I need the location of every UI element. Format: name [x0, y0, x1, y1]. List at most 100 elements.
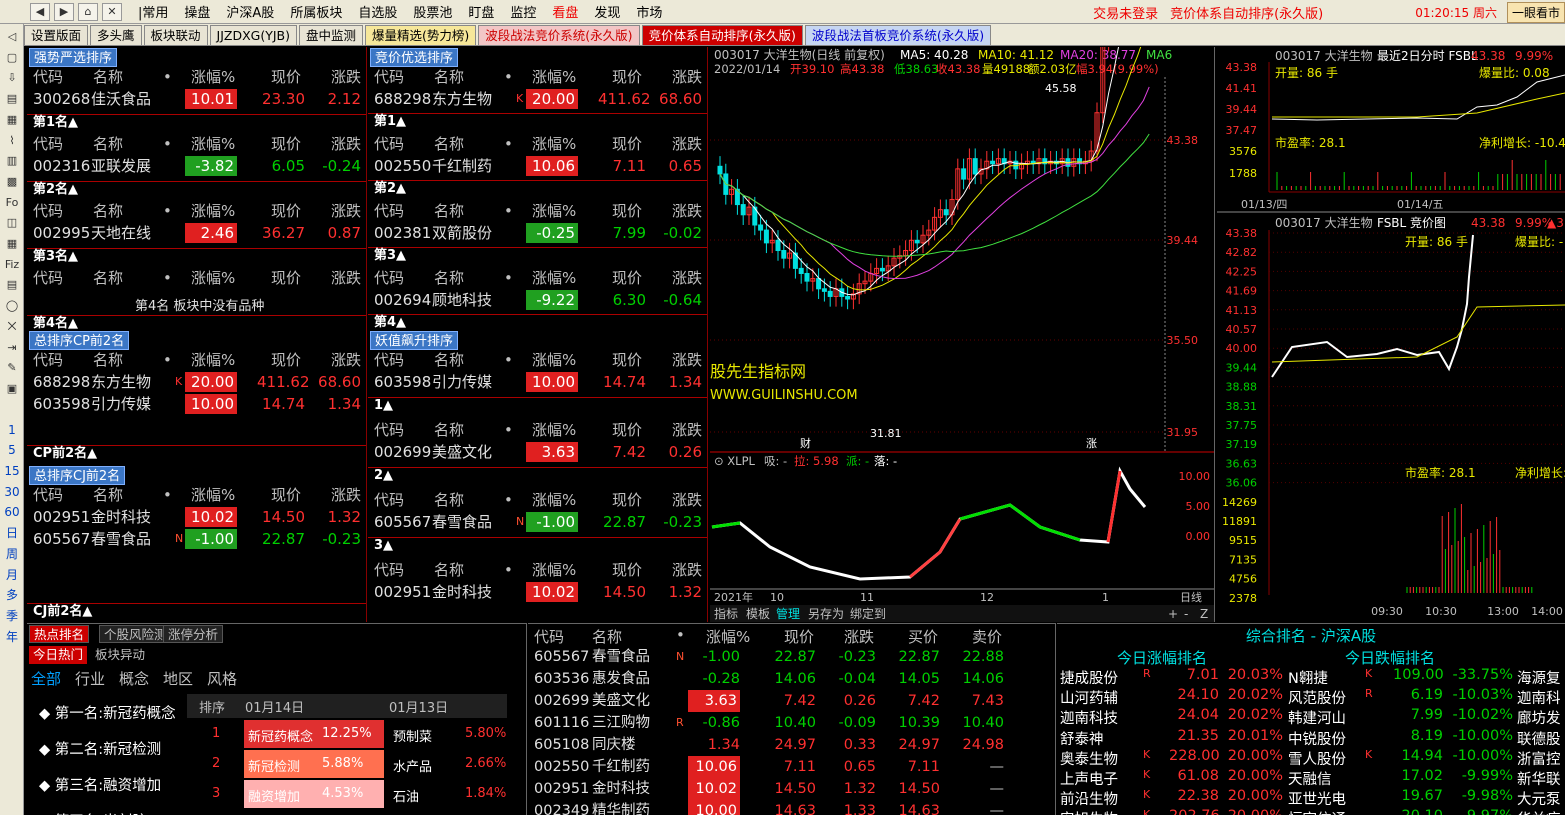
rank-up-row-1[interactable]: 山河药辅 24.10 20.02% — [1057, 687, 1285, 707]
rank-down-row-6[interactable]: 亚世光电 19.67 -9.98% — [1285, 788, 1517, 808]
nav-button-1[interactable]: ▶ — [54, 2, 74, 21]
rank-extra-5[interactable]: 新华联 — [1517, 768, 1561, 789]
tab-3[interactable]: JJZDXG(YJB) — [209, 25, 298, 45]
left-tool-28[interactable]: 年 — [3, 628, 21, 646]
tab-2[interactable]: 板块联动 — [143, 25, 208, 45]
rank-up-row-0[interactable]: 捷成股份 R 7.01 20.03% — [1057, 667, 1285, 687]
section-cp-top2[interactable]: 总排序CP前2名 — [29, 331, 130, 350]
bottom-hot-0[interactable]: ◆ 第一名:新冠药概念 — [39, 702, 176, 723]
section-demon-rise[interactable]: 妖值飙升排序 — [370, 331, 459, 350]
mid-y-3-row[interactable]: 002951 金时科技 10.02 14.50 1.32 — [368, 582, 707, 602]
left-tool-5[interactable]: ⌇ — [3, 132, 21, 150]
left-tool-15[interactable]: ⇥ — [3, 339, 21, 357]
bottom-cat-2[interactable]: 概念 — [119, 668, 149, 689]
rank-down-row-1[interactable]: 风范股份 R 6.19 -10.03% — [1285, 687, 1517, 707]
left-tool-10[interactable]: ▦ — [3, 235, 21, 253]
menu-item-4[interactable]: 自选股 — [350, 2, 405, 21]
left-tool-20[interactable]: 15 — [3, 462, 21, 480]
left-cj-row-0[interactable]: 002951 金时科技 10.02 14.50 1.32 — [27, 507, 366, 527]
menu-item-5[interactable]: 股票池 — [405, 2, 460, 21]
bottom-row-1-a[interactable]: 新冠检测 5.88% — [244, 750, 384, 778]
rank-down-row-7[interactable]: 恒宇信通 20.10-9.97% — [1285, 808, 1517, 815]
rank-up-row-7[interactable]: 安旭生物 K 202.7620.00% — [1057, 808, 1285, 815]
bottom-cat-1[interactable]: 行业 — [75, 668, 105, 689]
rank-extra-1[interactable]: 迦南科 — [1517, 687, 1561, 708]
tab-7[interactable]: 竞价体系自动排序(永久版) — [641, 25, 803, 45]
left-tool-11[interactable]: Fiz — [3, 256, 21, 274]
left-block-1-row[interactable]: 002316 亚联发展 -3.82 6.05 -0.24 — [27, 156, 366, 176]
left-tool-2[interactable]: ⇩ — [3, 69, 21, 87]
mid-block-3-row[interactable]: 002694 顾地科技 -9.22 6.30 -0.64 — [368, 290, 707, 310]
list-row-3[interactable]: 601116 三江购物 R -0.86 10.40 -0.09 10.39 10.40 — [528, 712, 1055, 734]
nav-button-0[interactable]: ◀ — [30, 2, 50, 21]
bottom-cat-4[interactable]: 风格 — [207, 668, 237, 689]
tab-4[interactable]: 盘中监测 — [299, 25, 364, 45]
tab-6[interactable]: 波段战法竞价系统(永久版) — [478, 25, 640, 45]
bottom-cat-3[interactable]: 地区 — [163, 668, 193, 689]
left-tool-8[interactable]: Fo — [3, 194, 21, 212]
list-row-6[interactable]: 002951 金时科技 10.02 14.50 1.32 14.50 — — [528, 778, 1055, 800]
tab-0[interactable]: 设置版面 — [24, 25, 89, 45]
glance-button[interactable]: 一眼看市 — [1506, 1, 1565, 23]
bottom-row-2-a[interactable]: 融资增加 4.53% — [244, 780, 384, 808]
intraday-svg[interactable]: 003017 大洋生物 最近2日分时 FSBL43.38 9.99%43.3841.… — [1217, 47, 1565, 622]
left-tool-4[interactable]: ▦ — [3, 111, 21, 129]
left-tool-25[interactable]: 月 — [3, 566, 21, 584]
rank-up-row-3[interactable]: 舒泰神 21.35 20.01% — [1057, 728, 1285, 748]
left-tool-3[interactable]: ▤ — [3, 90, 21, 108]
left-tool-17[interactable]: ▣ — [3, 380, 21, 398]
rank-extra-2[interactable]: 廊坊发 — [1517, 707, 1561, 728]
left-tool-0[interactable]: ◁ — [3, 28, 21, 46]
left-tool-13[interactable]: ◯ — [3, 297, 21, 315]
mid-block-1-row[interactable]: 002550 千红制药 10.06 7.11 0.65 — [368, 156, 707, 176]
tab-8[interactable]: 波段战法首板竞价系统(永久版) — [804, 25, 992, 45]
login-status[interactable]: 交易未登录 — [1093, 3, 1158, 22]
rank-down-row-2[interactable]: 韩建河山 7.99 -10.02% — [1285, 707, 1517, 727]
left-cj-row-1[interactable]: 605567 春雪食品 N -1.00 22.87 -0.23 — [27, 529, 366, 549]
bottom-sub-1[interactable]: 板块异动 — [91, 646, 149, 664]
left-tool-7[interactable]: ▩ — [3, 173, 21, 191]
list-row-1[interactable]: 603536 惠发食品 -0.28 14.06 -0.04 14.05 14.06 — [528, 668, 1055, 690]
rank-up-row-5[interactable]: 上声电子 K 61.08 20.00% — [1057, 768, 1285, 788]
menu-item-7[interactable]: 监控 — [502, 2, 544, 21]
rank-extra-6[interactable]: 大元泵 — [1517, 788, 1561, 809]
rank-down-row-0[interactable]: N翱捷 K 109.00 -33.75% — [1285, 667, 1517, 687]
section-strong-select[interactable]: 强势严选排序 — [29, 48, 118, 67]
left-cp-row-1[interactable]: 603598 引力传媒 10.00 14.74 1.34 — [27, 394, 366, 414]
menu-item-3[interactable]: 所属板块 — [282, 2, 350, 21]
nav-button-3[interactable]: ✕ — [102, 2, 122, 21]
section-cj-top2[interactable]: 总排序CJ前2名 — [29, 466, 126, 485]
mid-y-1-row[interactable]: 002699 美盛文化 3.63 7.42 0.26 — [368, 442, 707, 462]
mid-block-0-row[interactable]: 688298 东方生物 K 20.00 411.62 68.60 — [368, 89, 707, 109]
bottom-row-0-b[interactable]: 预制菜 — [393, 726, 432, 745]
menu-item-8[interactable]: 看盘 — [544, 2, 586, 21]
menu-item-0[interactable]: |常用 — [130, 2, 176, 21]
list-row-2[interactable]: 002699 美盛文化 3.63 7.42 0.26 7.42 7.43 — [528, 690, 1055, 712]
bottom-hot-2[interactable]: ◆ 第三名:融资增加 — [39, 774, 161, 795]
menu-item-6[interactable]: 盯盘 — [460, 2, 502, 21]
bottom-row-2-b[interactable]: 石油 — [393, 786, 419, 805]
list-row-0[interactable]: 605567 春雪食品 N -1.00 22.87 -0.23 22.87 22.88 — [528, 646, 1055, 668]
left-tool-1[interactable]: ▢ — [3, 49, 21, 67]
list-row-7[interactable]: 002349 精华制药 10.00 14.63 1.33 14.63 — — [528, 800, 1055, 815]
left-tool-22[interactable]: 60 — [3, 503, 21, 521]
left-tool-16[interactable]: ✎ — [3, 359, 21, 377]
kline-svg[interactable]: 003017 大洋生物(日线 前复权) MA5: 40.28 MA10: 41.12… — [710, 47, 1215, 622]
rank-up-row-6[interactable]: 前沿生物 K 22.38 20.00% — [1057, 788, 1285, 808]
left-block-0-row[interactable]: 300268 佳沃食品 10.01 23.30 2.12 — [27, 89, 366, 109]
left-tool-18[interactable]: 1 — [3, 421, 21, 439]
tab-5[interactable]: 爆量精选(势力榜) — [365, 25, 477, 45]
left-tool-19[interactable]: 5 — [3, 441, 21, 459]
bottom-sub-0[interactable]: 今日热门 — [29, 646, 88, 664]
left-tool-26[interactable]: 多 — [3, 586, 21, 604]
menu-item-10[interactable]: 市场 — [628, 2, 670, 21]
left-tool-6[interactable]: ▥ — [3, 152, 21, 170]
left-tool-12[interactable]: ▤ — [3, 276, 21, 294]
tab-1[interactable]: 多头鹰 — [90, 25, 142, 45]
left-tool-23[interactable]: 日 — [3, 524, 21, 542]
bottom-hot-1[interactable]: ◆ 第二名:新冠检测 — [39, 738, 161, 759]
left-tool-9[interactable]: ◫ — [3, 214, 21, 232]
left-tool-24[interactable]: 周 — [3, 545, 21, 563]
menu-item-9[interactable]: 发现 — [586, 2, 628, 21]
left-tool-14[interactable]: ⨉ — [3, 318, 21, 336]
